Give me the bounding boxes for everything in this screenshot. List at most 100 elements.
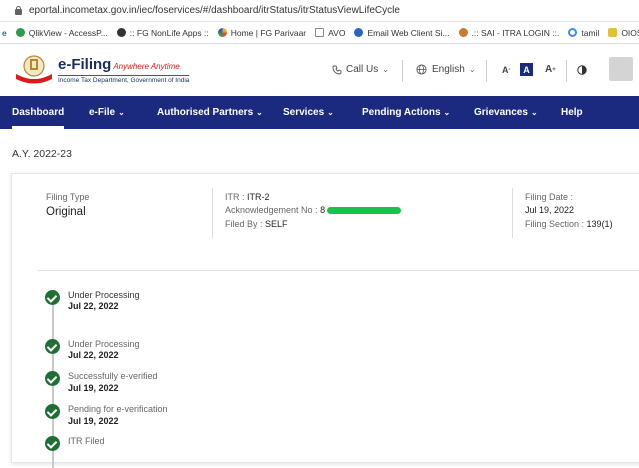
divider [402, 60, 403, 82]
timeline-status: Under Processing [68, 290, 140, 300]
logo-title[interactable]: e-Filing Anywhere Anytime [58, 56, 180, 73]
timeline-status: Under Processing [68, 339, 140, 349]
bookmark-fg-parivaar[interactable]: Home | FG Parivaar [217, 27, 307, 38]
ack-label: Acknowledgement No : [225, 205, 318, 215]
font-increase-button[interactable]: A + [545, 64, 556, 75]
nav-pending-actions[interactable]: Pending Actions ⌄ [362, 96, 450, 129]
url-text[interactable]: eportal.incometax.gov.in/iec/foservices/… [29, 5, 400, 16]
globe-icon [416, 64, 427, 75]
font-normal-button[interactable]: A [520, 63, 533, 76]
filing-section-label: Filing Section : [525, 219, 585, 229]
nav-e-file[interactable]: e-File ⌄ [89, 96, 125, 129]
bookmark-label: OIOS User [621, 27, 639, 38]
main-navbar: Dashboard e-File ⌄ Authorised Partners ⌄… [0, 96, 639, 129]
bookmark-avo[interactable]: AVO [315, 28, 345, 38]
check-circle-icon [45, 404, 60, 419]
lock-icon [14, 6, 23, 15]
avatar[interactable] [609, 57, 633, 81]
chevron-down-icon: ⌄ [530, 108, 538, 117]
phone-icon [332, 65, 342, 74]
itr-value: ITR-2 [247, 192, 270, 202]
chevron-down-icon: ⌄ [256, 108, 263, 117]
nav-label: Grievances [474, 107, 528, 118]
check-circle-icon [45, 436, 60, 451]
nav-services[interactable]: Services ⌄ [283, 96, 334, 129]
filing-type-value: Original [46, 206, 86, 218]
bookmark-qlikview[interactable]: QlikView - AccessP... [15, 27, 108, 38]
nav-label: Help [561, 107, 583, 118]
logo-tagline: Anywhere Anytime [113, 62, 180, 71]
itr-label: ITR : ITR-2 [225, 192, 270, 202]
itr-label-text: ITR : [225, 192, 245, 202]
bookmark-oios[interactable]: OIOS User [608, 28, 639, 38]
nav-label: Dashboard [12, 107, 65, 118]
timeline-status: Pending for e-verification [68, 404, 168, 414]
bookmark-label: .:: SAI - ITRA LOGIN ::. [471, 27, 560, 38]
itr-status-card: Filing Type Original ITR : ITR-2 Acknowl… [11, 173, 639, 468]
filing-section-value: 139(1) [586, 219, 613, 229]
nav-authorised-partners[interactable]: Authorised Partners ⌄ [157, 96, 263, 129]
language-label: English [432, 64, 465, 75]
filed-by-label: Filed By : [225, 219, 263, 229]
check-circle-icon [45, 339, 60, 354]
bookmark-tamil[interactable]: tamil [568, 28, 599, 38]
chevron-down-icon: ⌄ [468, 65, 476, 74]
bookmark-e[interactable]: e [2, 28, 7, 38]
bookmark-label: :: FG NonLife Apps :: [129, 27, 209, 38]
timeline-status: ITR Filed [68, 436, 105, 446]
sai-icon [458, 28, 468, 37]
globe-icon [116, 28, 126, 37]
bookmark-sai-itra[interactable]: .:: SAI - ITRA LOGIN ::. [458, 27, 560, 38]
nav-label: Pending Actions [362, 107, 441, 118]
timeline-date: Jul 19, 2022 [68, 383, 119, 393]
chevron-down-icon: ⌄ [118, 108, 125, 117]
email-client-icon [354, 28, 364, 37]
site-header: e-Filing Anywhere Anytime Income Tax Depa… [0, 44, 639, 96]
divider [512, 188, 513, 238]
contrast-toggle[interactable] [577, 65, 587, 75]
nav-help[interactable]: Help [561, 96, 583, 129]
filed-by: Filed By : SELF [225, 219, 288, 229]
section-divider [38, 270, 639, 271]
oios-icon [608, 28, 618, 37]
nav-dashboard[interactable]: Dashboard [12, 96, 65, 129]
logo-subtitle: Income Tax Department, Government of Ind… [58, 75, 190, 84]
google-icon [568, 28, 578, 37]
font-normal-label: A [523, 64, 530, 75]
filing-date-value: Jul 19, 2022 [525, 205, 575, 215]
font-increase-label: A [545, 64, 553, 75]
assessment-year-heading: A.Y. 2022-23 [12, 148, 72, 160]
call-us-label: Call Us [346, 64, 379, 75]
bookmarks-bar: e QlikView - AccessP... :: FG NonLife Ap… [0, 22, 639, 44]
nav-label: Services [283, 107, 325, 118]
chevron-down-icon: ⌄ [327, 108, 334, 117]
check-circle-icon [45, 371, 60, 386]
divider [212, 188, 213, 238]
call-us-button[interactable]: Call Us ⌄ [332, 64, 389, 75]
bookmark-label: Home | FG Parivaar [230, 27, 307, 38]
ack-number: Acknowledgement No : 8 [225, 205, 402, 215]
bookmark-label: QlikView - AccessP... [28, 27, 108, 38]
language-selector[interactable]: English ⌄ [416, 64, 476, 75]
bookmark-label: Email Web Client Si... [367, 27, 450, 38]
timeline-date: Jul 19, 2022 [68, 416, 119, 426]
bookmark-email[interactable]: Email Web Client Si... [354, 27, 450, 38]
filed-by-value: SELF [265, 219, 288, 229]
logo-title-text: e-Filing [58, 56, 112, 73]
chevron-down-icon: ⌄ [382, 65, 389, 74]
browser-url-bar[interactable]: eportal.incometax.gov.in/iec/foservices/… [0, 0, 639, 22]
filing-type-label: Filing Type [46, 192, 90, 202]
font-decrease-button[interactable]: A- [502, 65, 511, 75]
bookmark-label: tamil [581, 27, 600, 38]
income-tax-emblem-icon[interactable] [14, 54, 54, 86]
divider [566, 60, 567, 82]
bookmark-label: AVO [328, 27, 346, 38]
timeline-date: Jul 22, 2022 [68, 350, 119, 360]
timeline-status: Successfully e-verified [68, 371, 158, 381]
redaction-mark [327, 207, 402, 215]
filing-date-label: Filing Date : [525, 192, 574, 202]
nav-grievances[interactable]: Grievances ⌄ [474, 96, 538, 129]
bookmark-fg-nonlife[interactable]: :: FG NonLife Apps :: [116, 27, 209, 38]
nav-label: e-File [89, 107, 116, 118]
chevron-down-icon: ⌄ [443, 108, 451, 117]
